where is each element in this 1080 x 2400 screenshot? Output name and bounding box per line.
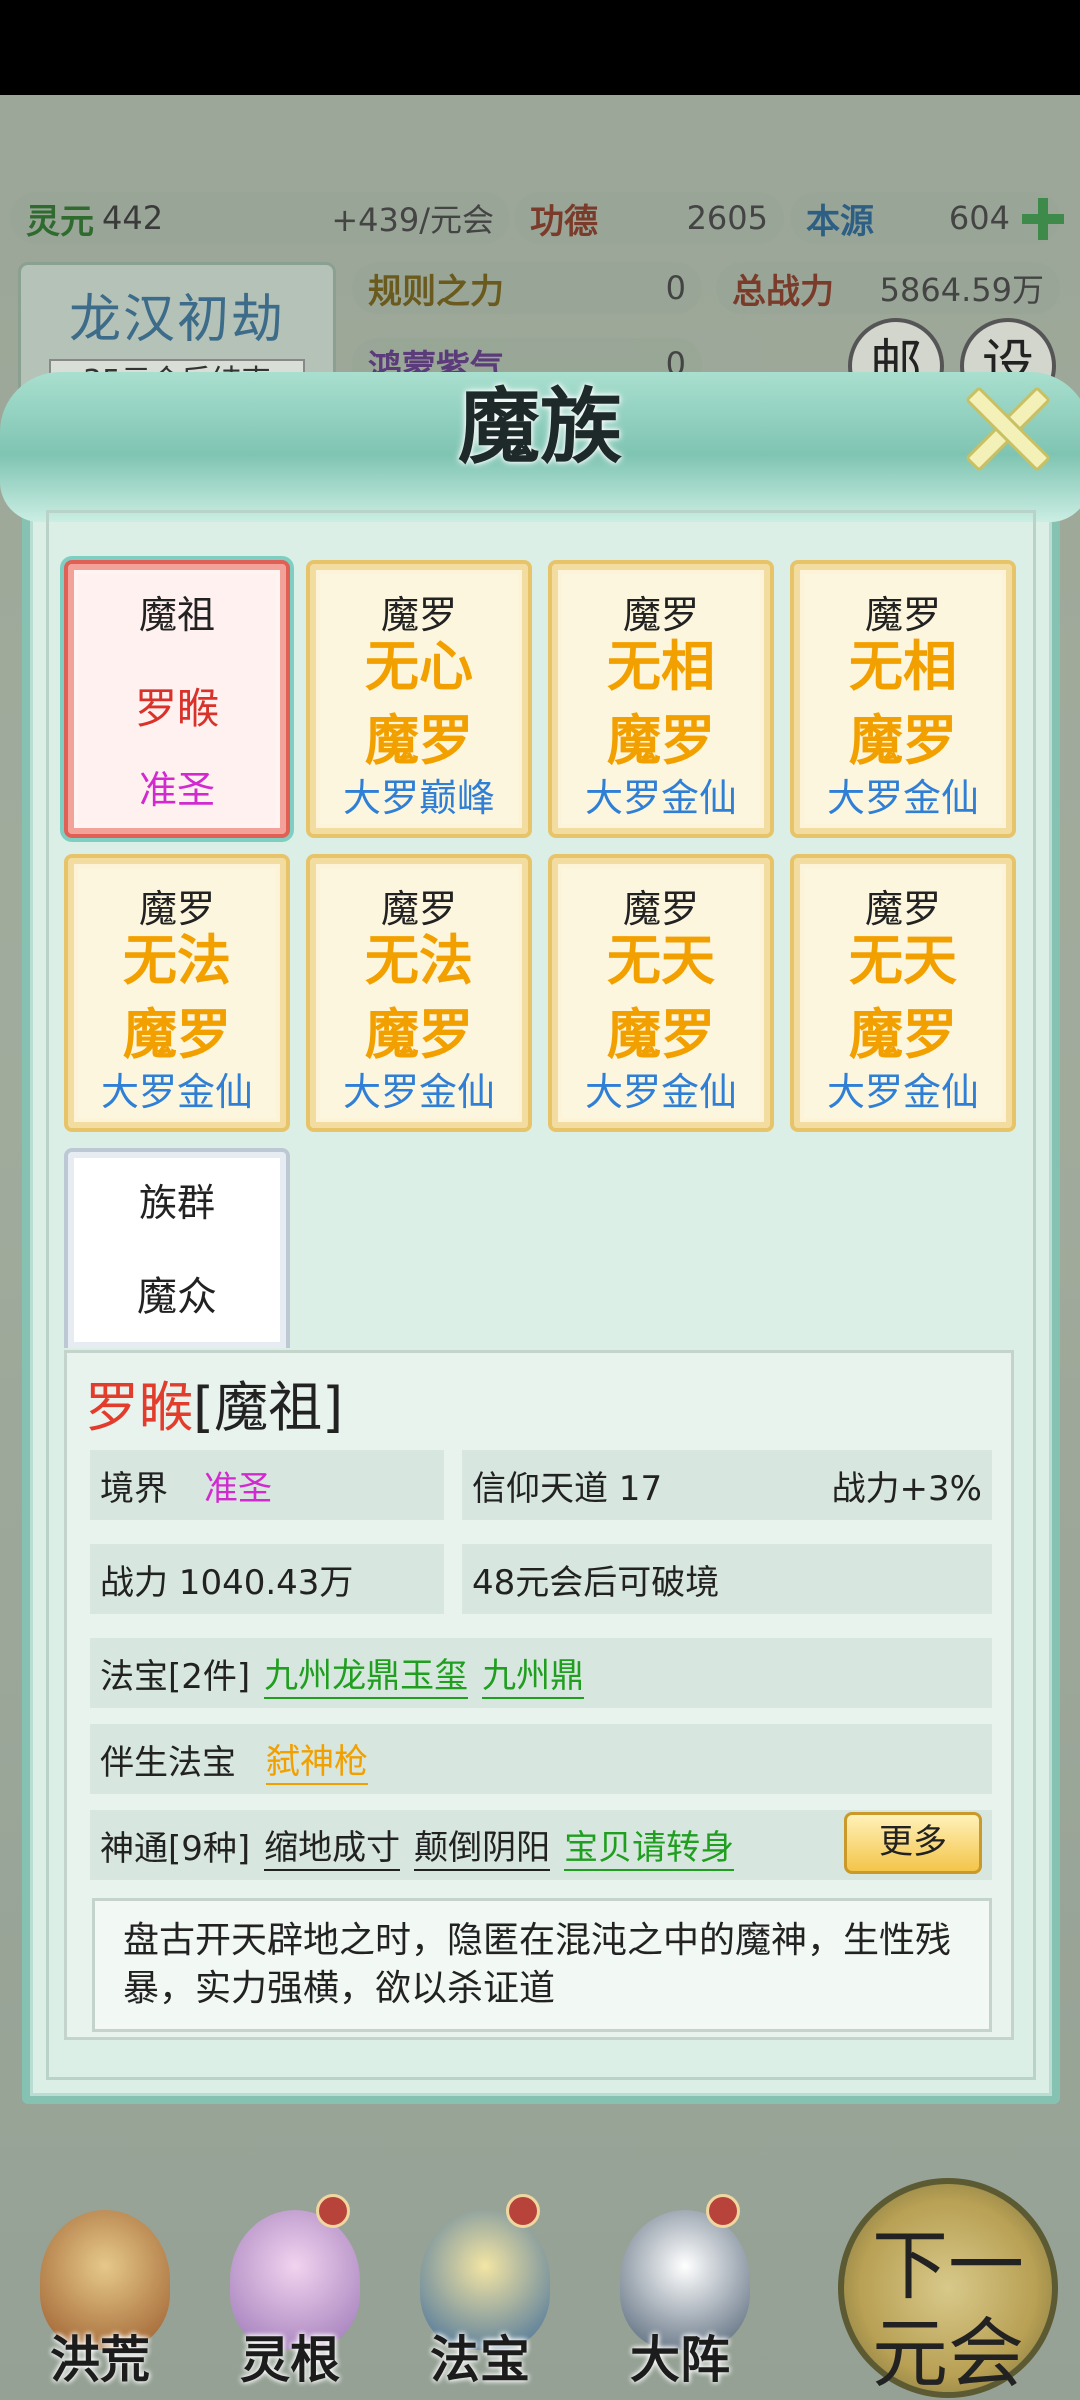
- card-realm: 大罗金仙: [826, 1070, 979, 1114]
- companion-link[interactable]: 弑神枪: [266, 1734, 368, 1785]
- member-card[interactable]: 魔罗 无法 魔罗 大罗金仙: [64, 854, 290, 1132]
- card-name: 无相 魔罗: [607, 635, 715, 772]
- lingyuan-label: 灵元: [26, 201, 94, 242]
- card-name: 罗睺: [134, 684, 219, 733]
- member-card[interactable]: 魔罗 无法 魔罗 大罗金仙: [306, 854, 532, 1132]
- member-card[interactable]: 魔罗 无天 魔罗 大罗金仙: [790, 854, 1016, 1132]
- companion-cell: 伴生法宝 弑神枪: [90, 1724, 992, 1794]
- skill-link[interactable]: 缩地成寸: [264, 1820, 401, 1871]
- card-name: 无天 魔罗: [849, 929, 957, 1066]
- treasure-link[interactable]: 九州鼎: [482, 1648, 585, 1699]
- card-name: 无法 魔罗: [365, 929, 473, 1066]
- realm-label: 境界: [100, 1468, 168, 1509]
- era-title: 龙汉初劫: [68, 290, 285, 350]
- benyuan-value: 604: [948, 199, 1010, 237]
- member-card-luohou[interactable]: 魔祖 罗睺 准圣: [64, 560, 290, 838]
- gongde-label: 功德: [530, 201, 598, 242]
- card-name: 魔众: [137, 1274, 217, 1320]
- breakthrough-cell: 48元会后可破境: [462, 1544, 992, 1614]
- faith-bonus: 战力+3%: [831, 1468, 982, 1509]
- member-card[interactable]: 魔罗 无相 魔罗 大罗金仙: [548, 560, 774, 838]
- member-card[interactable]: 魔罗 无心 魔罗 大罗巅峰: [306, 560, 532, 838]
- card-realm: 准圣: [138, 768, 215, 812]
- next-era-button[interactable]: 下一 元会: [838, 2178, 1058, 2398]
- member-card[interactable]: 魔罗 无相 魔罗 大罗金仙: [790, 560, 1016, 838]
- dialog-title: 魔族: [457, 379, 622, 475]
- card-name: 无天 魔罗: [607, 929, 715, 1066]
- tab-dazhen[interactable]: 大阵: [590, 2190, 770, 2400]
- tab-fabao[interactable]: 法宝: [390, 2190, 570, 2400]
- guize-label: 规则之力: [368, 271, 504, 312]
- guize-bar: 规则之力 0: [352, 262, 702, 314]
- card-realm: 大罗金仙: [342, 1070, 495, 1114]
- zongzhanli-bar: 总战力 5864.59万: [716, 262, 1060, 314]
- gongde-value: 2605: [686, 199, 768, 237]
- treasure-label: 法宝[2件]: [100, 1656, 251, 1697]
- detail-title: 罗睺[魔祖]: [85, 1363, 343, 1442]
- more-label: 更多: [879, 1822, 947, 1862]
- skills-label: 神通[9种]: [100, 1828, 251, 1869]
- gongde-bar: 功德 2605: [514, 192, 784, 244]
- close-button[interactable]: [960, 378, 1048, 466]
- tab-linggen-label: 灵根: [240, 2330, 340, 2389]
- lingyuan-value: 442: [102, 199, 164, 237]
- skill-link[interactable]: 宝贝请转身: [564, 1820, 735, 1871]
- card-realm: 大罗金仙: [584, 776, 737, 820]
- card-name: 无法 魔罗: [123, 929, 231, 1066]
- zongzhanli-label: 总战力: [732, 271, 834, 312]
- card-name: 无心 魔罗: [365, 635, 473, 772]
- treasure-cell: 法宝[2件] 九州龙鼎玉玺 九州鼎: [90, 1638, 992, 1708]
- tab-fabao-label: 法宝: [430, 2330, 530, 2389]
- tab-linggen[interactable]: 灵根: [200, 2190, 380, 2400]
- benyuan-label: 本源: [806, 201, 874, 242]
- lingyuan-bar: 灵元 442 +439/元会: [10, 192, 510, 244]
- group-card[interactable]: 族群 魔众: [64, 1148, 290, 1348]
- card-type: 魔祖: [138, 593, 215, 637]
- card-realm: 大罗金仙: [584, 1070, 737, 1114]
- notification-dot: [706, 2194, 740, 2228]
- next-era-label-2: 元会: [872, 2309, 1024, 2398]
- tab-honghuang[interactable]: 洪荒: [10, 2190, 190, 2400]
- description-text: 盘古开天辟地之时，隐匿在混沌之中的魔神，生性残暴，实力强横，欲以杀证道: [123, 1920, 952, 2009]
- description-box: 盘古开天辟地之时，隐匿在混沌之中的魔神，生性残暴，实力强横，欲以杀证道: [92, 1898, 992, 2032]
- breakthrough-text: 48元会后可破境: [472, 1562, 720, 1603]
- skill-link[interactable]: 颠倒阴阳: [414, 1820, 551, 1871]
- companion-label: 伴生法宝: [100, 1742, 236, 1783]
- realm-value: 准圣: [204, 1468, 272, 1509]
- more-skills-button[interactable]: 更多: [844, 1812, 982, 1874]
- status-bar: [0, 0, 1080, 95]
- detail-name: 罗睺: [85, 1376, 193, 1439]
- card-type: 族群: [138, 1181, 215, 1225]
- add-benyuan-button[interactable]: [1022, 198, 1064, 240]
- lingyuan-rate: +439/元会: [331, 201, 494, 239]
- tab-honghuang-label: 洪荒: [50, 2330, 150, 2389]
- card-realm: 大罗金仙: [100, 1070, 253, 1114]
- realm-cell: 境界 准圣: [90, 1450, 444, 1520]
- power-text: 战力 1040.43万: [100, 1562, 354, 1603]
- guize-value: 0: [665, 269, 686, 307]
- notification-dot: [506, 2194, 540, 2228]
- tab-dazhen-label: 大阵: [630, 2330, 730, 2389]
- card-realm: 大罗巅峰: [342, 776, 495, 820]
- detail-title-suffix: [魔祖]: [193, 1376, 344, 1439]
- faith-text: 信仰天道 17: [472, 1468, 663, 1509]
- member-card[interactable]: 魔罗 无天 魔罗 大罗金仙: [548, 854, 774, 1132]
- notification-dot: [316, 2194, 350, 2228]
- power-cell: 战力 1040.43万: [90, 1544, 444, 1614]
- card-name: 无相 魔罗: [849, 635, 957, 772]
- benyuan-bar: 本源 604: [790, 192, 1060, 244]
- treasure-link[interactable]: 九州龙鼎玉玺: [264, 1648, 469, 1699]
- card-realm: 大罗金仙: [826, 776, 979, 820]
- faith-cell: 信仰天道 17 战力+3%: [462, 1450, 992, 1520]
- zongzhanli-value: 5864.59万: [879, 271, 1044, 309]
